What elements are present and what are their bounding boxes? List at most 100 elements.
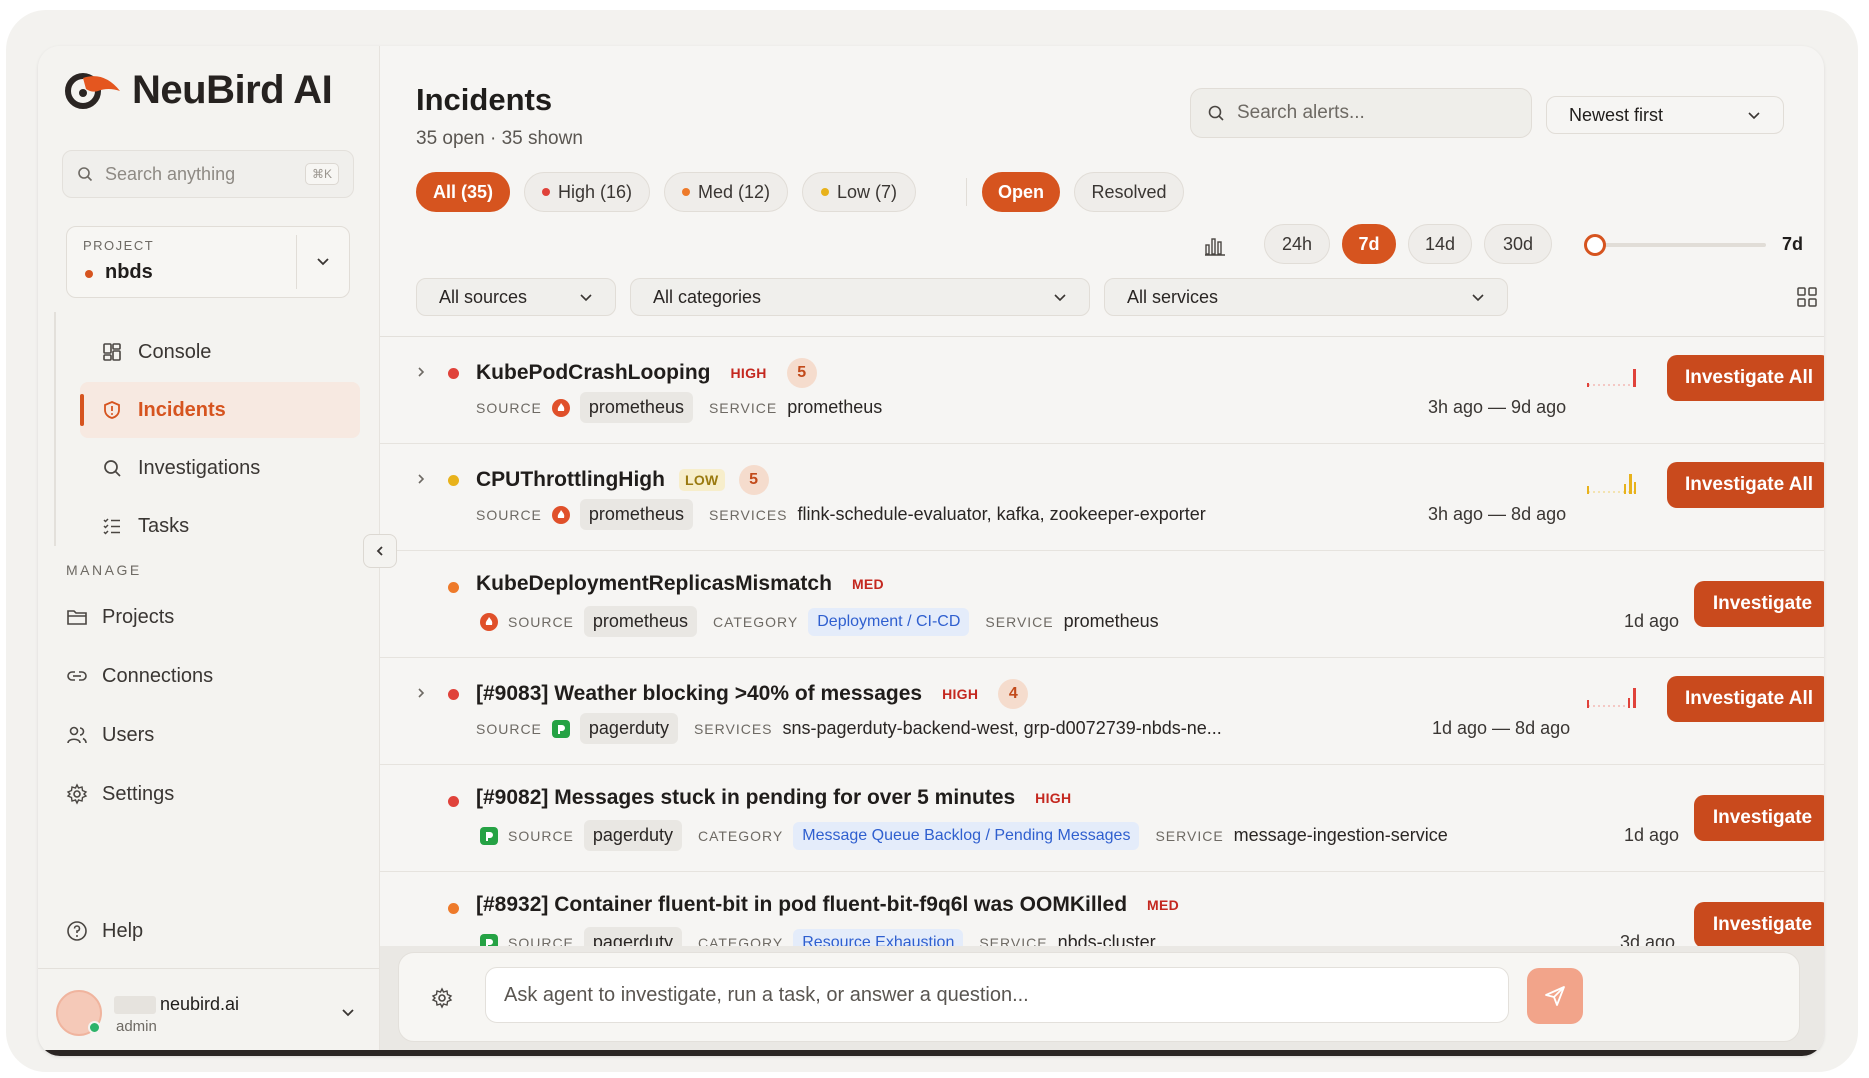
severity-dot — [820, 188, 829, 196]
incident-row[interactable]: KubePodCrashLooping HIGH 5 SOURCE promet… — [380, 337, 1824, 444]
investigate-all-button[interactable]: Investigate All — [1667, 462, 1824, 508]
sidebar-item-incidents[interactable]: Incidents — [80, 382, 360, 438]
range-slider-track[interactable] — [1594, 243, 1766, 247]
range-label: 7d — [1358, 233, 1380, 254]
sort-select[interactable]: Newest first — [1546, 96, 1784, 134]
severity-dot — [448, 368, 459, 379]
incident-row[interactable]: CPUThrottlingHigh LOW 5 SOURCE prometheu… — [380, 444, 1824, 551]
agent-prompt-input[interactable] — [485, 967, 1509, 1023]
user-divider — [38, 968, 379, 969]
incident-title: KubePodCrashLooping — [476, 361, 711, 384]
sidebar-item-label: Projects — [102, 605, 175, 628]
filter-label: High (16) — [557, 181, 633, 202]
sidebar-item-projects[interactable]: Projects — [66, 592, 174, 642]
sidebar-item-tasks[interactable]: Tasks — [80, 498, 360, 554]
collapse-sidebar-button[interactable] — [363, 534, 397, 568]
agent-composer — [398, 952, 1800, 1042]
sidebar-item-connections[interactable]: Connections — [66, 651, 213, 701]
folder-icon — [67, 610, 87, 625]
categories-value: All categories — [653, 286, 762, 307]
incident-meta: SOURCE pagerduty CATEGORY Message Queue … — [480, 820, 1448, 851]
alert-count-badge: 5 — [786, 358, 817, 388]
severity-badge: MED — [1147, 897, 1180, 913]
sidebar-item-users[interactable]: Users — [66, 710, 154, 760]
filter-all[interactable]: All (35) — [416, 172, 510, 212]
source-tag: pagerduty — [583, 820, 682, 851]
range-24h[interactable]: 24h — [1264, 224, 1330, 264]
range-14d[interactable]: 14d — [1408, 224, 1472, 264]
user-email: neubird.ai — [160, 994, 240, 1014]
prometheus-icon — [551, 505, 570, 524]
project-name: nbds — [105, 261, 153, 283]
chevron-right-icon[interactable] — [414, 472, 428, 486]
source-caption: SOURCE — [508, 827, 574, 844]
project-selector[interactable]: PROJECT nbds — [66, 226, 350, 298]
investigate-button[interactable]: Investigate — [1694, 795, 1824, 841]
alert-shield-icon — [104, 401, 120, 419]
send-button[interactable] — [1527, 968, 1583, 1024]
range-slider-handle[interactable] — [1584, 234, 1606, 256]
severity-badge: MED — [851, 576, 884, 592]
severity-dot — [448, 689, 459, 700]
incident-meta: SOURCE prometheus SERVICE prometheus — [476, 392, 882, 423]
investigate-all-button[interactable]: Investigate All — [1667, 676, 1824, 722]
sidebar-item-label: Settings — [102, 782, 175, 805]
pagerduty-icon — [480, 826, 498, 845]
chevron-down-icon — [1472, 294, 1484, 302]
incident-title: [#9082] Messages stuck in pending for ov… — [476, 786, 1016, 809]
incident-row[interactable]: [#9083] Weather blocking >40% of message… — [380, 658, 1824, 765]
users-icon — [67, 726, 87, 744]
global-search-input[interactable]: Search anything ⌘K — [62, 150, 354, 198]
filter-resolved[interactable]: Resolved — [1074, 172, 1184, 212]
app-logo[interactable]: NeuBird AI — [64, 68, 333, 113]
range-30d[interactable]: 30d — [1484, 224, 1552, 264]
incident-meta: SOURCE pagerduty SERVICES sns-pagerduty-… — [476, 713, 1222, 744]
investigate-button[interactable]: Investigate — [1694, 581, 1824, 627]
sources-value: All sources — [439, 286, 528, 307]
alert-search-input[interactable]: Search alerts... — [1190, 88, 1532, 138]
severity-dot — [448, 475, 459, 486]
chevron-right-icon[interactable] — [414, 365, 428, 379]
incident-row[interactable]: KubeDeploymentReplicasMismatch MED SOURC… — [380, 551, 1824, 658]
bar-chart-icon[interactable] — [1204, 236, 1226, 256]
range-7d[interactable]: 7d — [1342, 224, 1396, 264]
chevron-right-icon[interactable] — [414, 686, 428, 700]
sidebar-item-help[interactable]: Help — [66, 906, 143, 956]
avatar[interactable] — [56, 990, 102, 1036]
service-caption: SERVICE — [1155, 827, 1224, 844]
severity-badge: LOW — [678, 469, 725, 491]
incident-time: 1d ago — [1624, 611, 1680, 631]
source-caption: SOURCE — [476, 720, 542, 737]
severity-badge: HIGH — [942, 686, 979, 702]
severity-dot — [681, 188, 690, 196]
category-caption: CATEGORY — [697, 827, 784, 844]
filter-low[interactable]: Low (7) — [802, 172, 916, 212]
filter-high[interactable]: High (16) — [524, 172, 650, 212]
sidebar-item-label: Users — [102, 723, 155, 746]
severity-badge: HIGH — [1035, 790, 1072, 806]
sources-select[interactable]: All sources — [416, 278, 616, 316]
sidebar-item-console[interactable]: Console — [80, 324, 360, 380]
service-value: flink-schedule-evaluator, kafka, zookeep… — [797, 504, 1206, 524]
incident-meta: SOURCE prometheus SERVICES flink-schedul… — [476, 499, 1206, 530]
incident-row[interactable]: [#9082] Messages stuck in pending for ov… — [380, 765, 1824, 872]
services-select[interactable]: All services — [1104, 278, 1508, 316]
gear-icon[interactable] — [431, 987, 453, 1009]
categories-select[interactable]: All categories — [630, 278, 1090, 316]
grid-view-icon[interactable] — [1796, 286, 1818, 308]
filter-med[interactable]: Med (12) — [664, 172, 788, 212]
sidebar-item-investigations[interactable]: Investigations — [80, 440, 360, 496]
alert-count-badge: 5 — [738, 465, 769, 495]
sidebar-item-settings[interactable]: Settings — [66, 769, 174, 819]
help-label: Help — [102, 919, 144, 942]
service-value: message-ingestion-service — [1233, 825, 1448, 845]
incident-title-line: KubePodCrashLooping HIGH 5 — [476, 358, 817, 388]
incident-time: 1d ago — [1624, 825, 1680, 845]
filter-open[interactable]: Open — [982, 172, 1060, 212]
investigate-button[interactable]: Investigate — [1694, 902, 1824, 948]
incident-title-line: [#9082] Messages stuck in pending for ov… — [476, 786, 1077, 810]
investigate-all-button[interactable]: Investigate All — [1667, 355, 1824, 401]
chevron-down-icon[interactable] — [340, 1004, 356, 1020]
category-tag: Deployment / CI-CD — [808, 607, 970, 636]
neubird-logo-icon — [65, 72, 120, 109]
